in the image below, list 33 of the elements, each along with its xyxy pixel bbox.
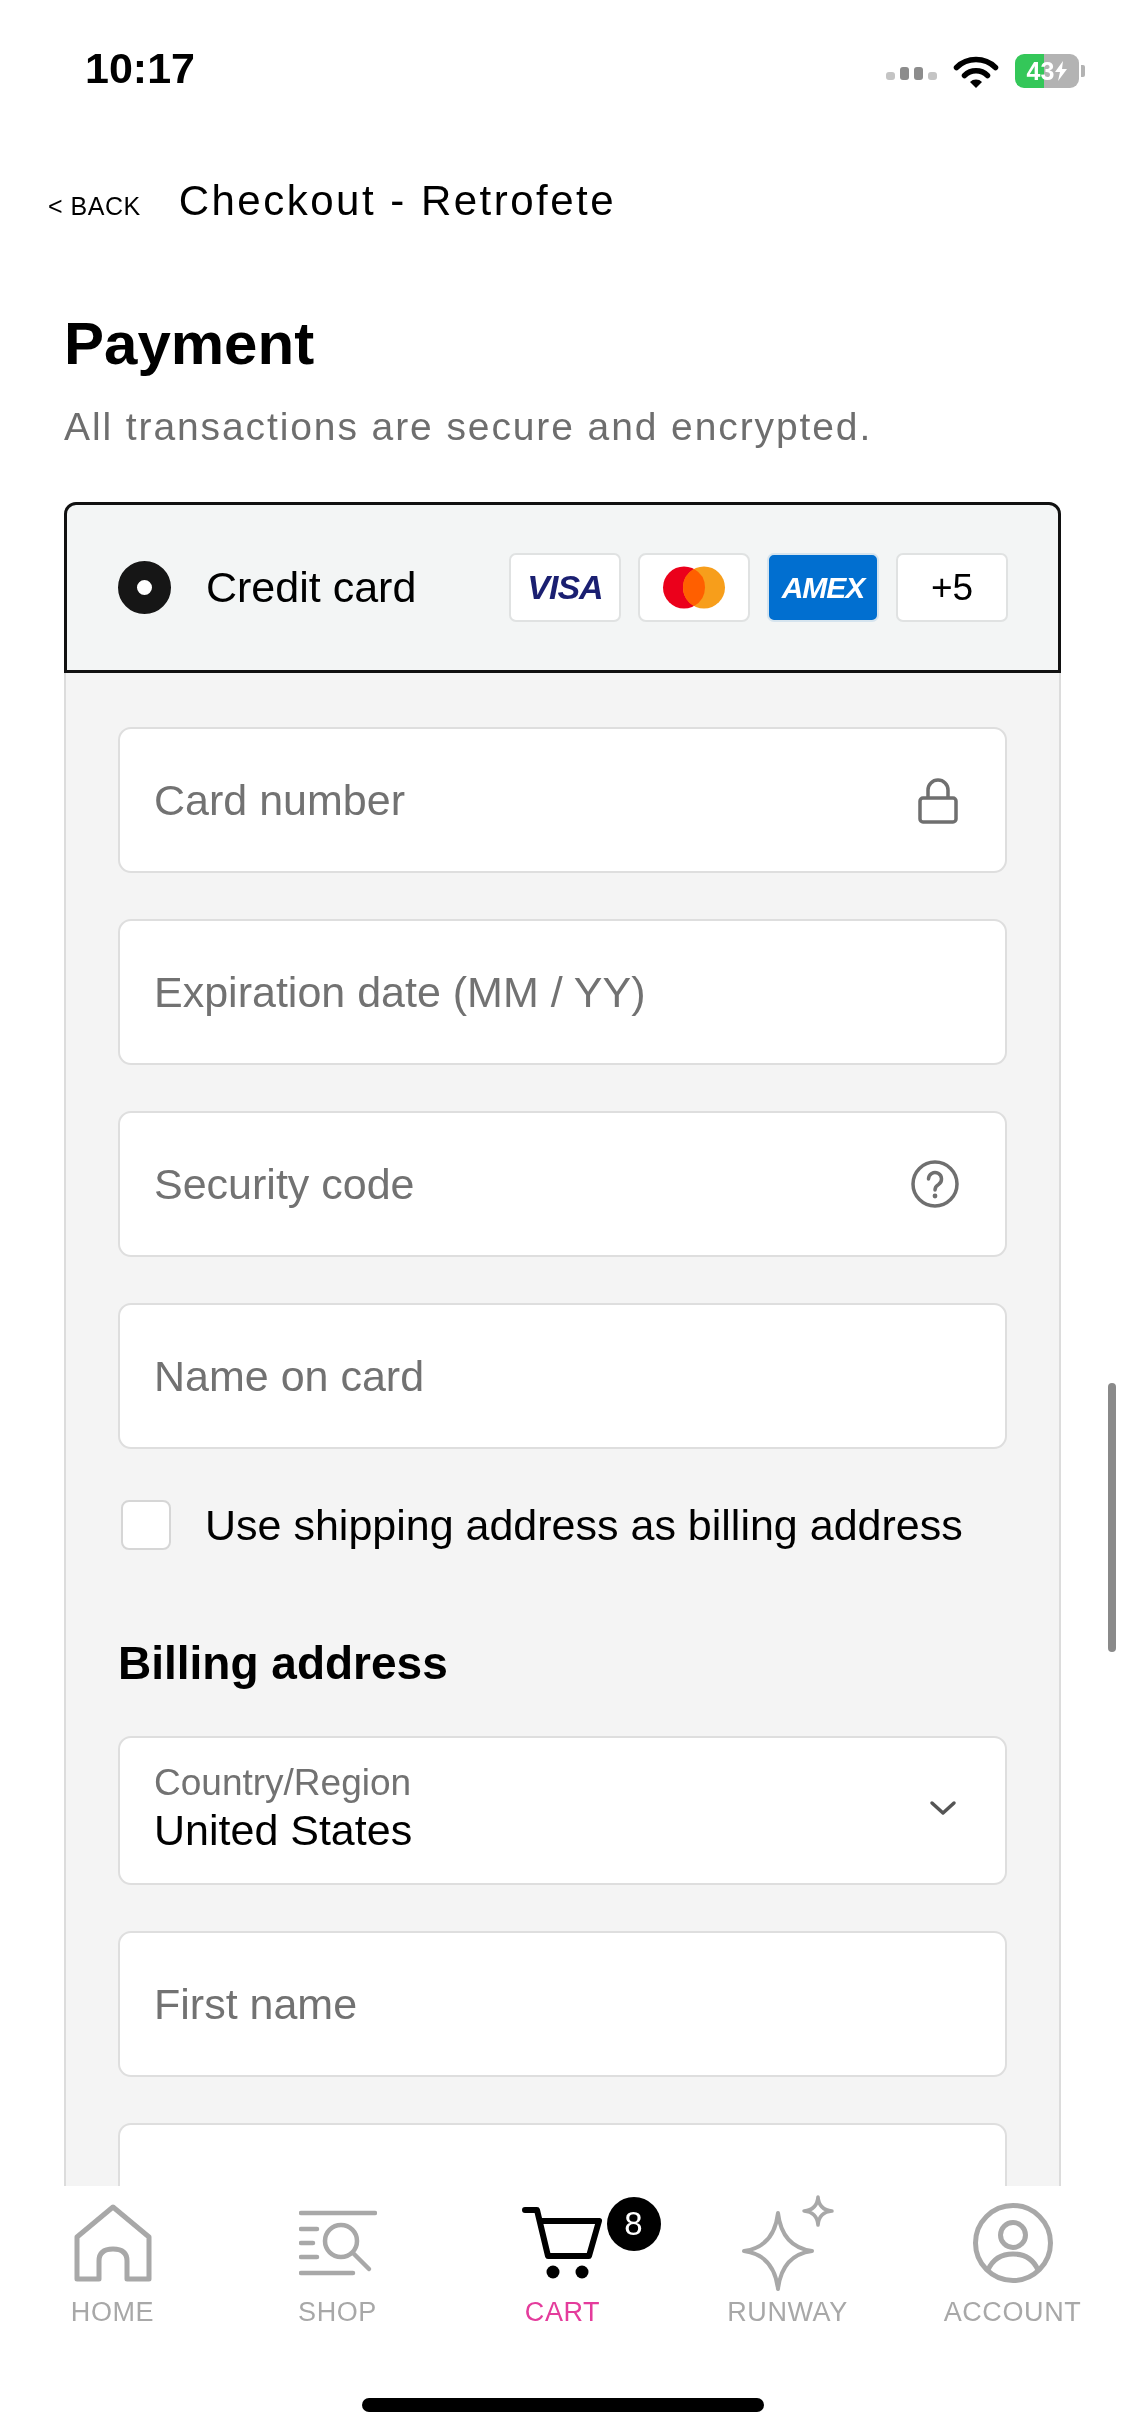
- amex-logo: AMEX: [767, 553, 879, 622]
- status-time: 10:17: [85, 43, 195, 93]
- cart-icon: [521, 2206, 604, 2280]
- search-list-icon: [298, 2210, 377, 2276]
- section-title: Payment: [64, 309, 316, 379]
- tab-button[interactable]: 8 CART: [450, 2195, 675, 2328]
- radio-button[interactable]: [118, 561, 171, 614]
- sparkle-icon: [741, 2195, 834, 2291]
- input-field[interactable]: Security code: [118, 1111, 1007, 1257]
- checkbox[interactable]: [121, 1500, 171, 1550]
- input-field[interactable]: Card number: [118, 727, 1007, 873]
- section-heading: Billing address: [118, 1636, 449, 1691]
- account-icon: [971, 2202, 1054, 2284]
- section-subtitle: All transactions are secure and encrypted.: [64, 404, 874, 450]
- payment-method-label: Credit card: [206, 563, 417, 612]
- chevron-down-icon: [929, 1799, 957, 1816]
- more-brands-count: +5: [896, 553, 1008, 622]
- back-link[interactable]: < BACK: [48, 181, 141, 221]
- count-badge: 8: [606, 2197, 661, 2251]
- input-field[interactable]: Name on card: [118, 1303, 1007, 1449]
- input-field[interactable]: Expiration date (MM / YY): [118, 919, 1007, 1065]
- lock-icon: [917, 776, 959, 824]
- mastercard-icon: [638, 553, 750, 622]
- checkbox-label: Use shipping address as billing address: [205, 1500, 963, 1550]
- country-select[interactable]: Country/Region United States: [118, 1736, 1007, 1885]
- input-field[interactable]: First name: [118, 1931, 1007, 2077]
- payment-method-option[interactable]: Credit card VISA AMEX +5: [64, 502, 1061, 673]
- screen-title: Checkout - Retrofete: [178, 177, 617, 225]
- input-field[interactable]: [118, 2123, 1007, 2186]
- visa-logo: VISA: [509, 553, 621, 622]
- help-icon[interactable]: [911, 1160, 959, 1208]
- wifi-icon: [953, 54, 999, 88]
- bolt-icon: [1055, 61, 1068, 81]
